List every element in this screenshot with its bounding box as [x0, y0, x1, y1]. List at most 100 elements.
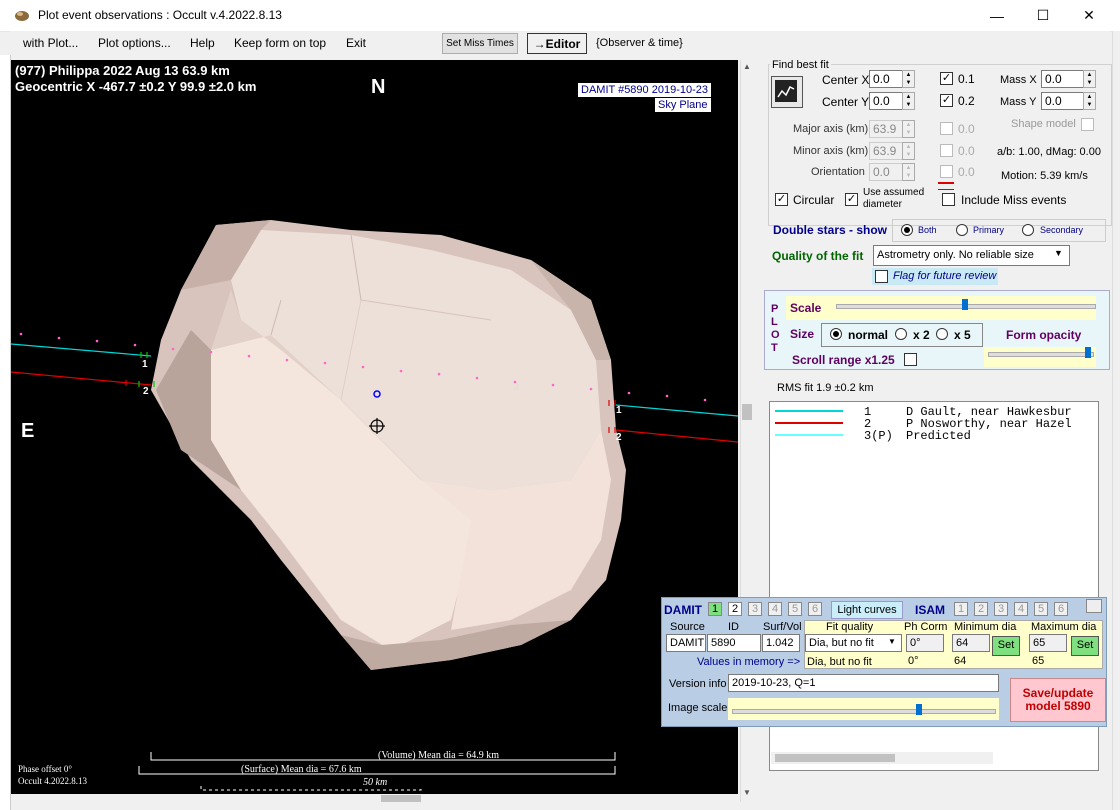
title-bar: Plot event observations : Occult v.4.202… [0, 0, 1120, 32]
plot-horizontal-scrollbar[interactable] [11, 794, 738, 804]
use-assumed-checkbox[interactable]: ✓ [845, 193, 858, 206]
image-scale-slider-thumb[interactable] [916, 704, 922, 715]
major-step-label: 0.0 [958, 122, 975, 136]
max-dia-field[interactable]: 65 [1029, 634, 1067, 652]
opacity-slider-thumb[interactable] [1085, 347, 1091, 358]
isam-model-6[interactable]: 6 [1054, 602, 1068, 616]
minor-step-label: 0.0 [958, 144, 975, 158]
min-dia-field[interactable]: 64 [952, 634, 990, 652]
isam-model-1[interactable]: 1 [954, 602, 968, 616]
circular-checkbox[interactable]: ✓ [775, 193, 788, 206]
center-y-field[interactable]: 0.0 [869, 92, 903, 110]
minor-axis-spinner[interactable]: ▲ ▼ [902, 142, 915, 160]
damit-model-3[interactable]: 3 [748, 602, 762, 616]
list-hscroll-thumb[interactable] [775, 754, 895, 762]
panel-toggle-button[interactable] [1086, 599, 1102, 613]
surfvol-field[interactable]: 1.042 [762, 634, 800, 652]
major-axis-field[interactable]: 63.9 [869, 120, 903, 138]
set-max-dia-button[interactable]: Set [1071, 636, 1099, 656]
scroll-up-icon[interactable]: ▲ [743, 62, 751, 71]
maximize-button[interactable]: ☐ [1020, 0, 1066, 31]
flag-review-label: Flag for future review [893, 270, 997, 282]
chord-1-left [11, 343, 152, 357]
menu-help[interactable]: Help [190, 36, 215, 50]
orientation-spinner[interactable]: ▲ ▼ [902, 163, 915, 181]
find-best-fit-button[interactable] [771, 76, 803, 108]
quality-dropdown[interactable]: Astrometry only. No reliable size [873, 245, 1070, 266]
damit-model-5[interactable]: 5 [788, 602, 802, 616]
orientation-step-label: 0.0 [958, 165, 975, 179]
center-x-spinner[interactable]: ▲ ▼ [902, 70, 915, 88]
opacity-slider-track[interactable] [988, 352, 1094, 357]
set-miss-times-button[interactable]: Set Miss Times [442, 33, 518, 54]
editor-button[interactable]: →Editor [527, 33, 587, 54]
radio-secondary[interactable] [1022, 224, 1034, 236]
damit-model-2[interactable]: 2 [728, 602, 742, 616]
plot-canvas[interactable]: (977) Philippa 2022 Aug 13 63.9 km Geoce… [11, 60, 738, 802]
plot-letter-l: L [771, 316, 778, 328]
mass-x-spinner[interactable]: ▲ ▼ [1083, 70, 1096, 88]
plot-letter-o: O [771, 329, 780, 341]
shape-model-checkbox[interactable] [1081, 118, 1094, 131]
isam-model-3[interactable]: 3 [994, 602, 1008, 616]
minor-step-checkbox[interactable] [940, 144, 953, 157]
orientation-step-checkbox[interactable] [940, 165, 953, 178]
set-min-dia-button[interactable]: Set [992, 636, 1020, 656]
plot-scroll-thumb[interactable] [742, 404, 752, 420]
size-x2-radio[interactable] [895, 328, 907, 340]
opacity-row [984, 347, 1096, 367]
radio-primary[interactable] [956, 224, 968, 236]
window-vertical-scrollbar[interactable] [1112, 31, 1120, 810]
step-01-checkbox[interactable]: ✓ [940, 72, 953, 85]
use-assumed-label-1: Use assumed [863, 187, 925, 198]
damit-model-6[interactable]: 6 [808, 602, 822, 616]
include-miss-checkbox[interactable] [942, 193, 955, 206]
center-y-label: Center Y [822, 95, 870, 109]
image-scale-label: Image scale [668, 702, 728, 714]
save-update-model-button[interactable]: Save/update model 5890 [1010, 678, 1106, 722]
center-x-field[interactable]: 0.0 [869, 70, 903, 88]
menu-with-plot[interactable]: with Plot... [23, 36, 78, 50]
list-hscrollbar[interactable] [771, 752, 993, 764]
damit-model-1[interactable]: 1 [708, 602, 722, 616]
damit-label: DAMIT [664, 603, 702, 617]
scroll-down-icon[interactable]: ▼ [743, 788, 751, 797]
minimize-button[interactable]: — [974, 0, 1020, 31]
sky-plane-label: Sky Plane [655, 98, 711, 112]
close-button[interactable]: ✕ [1066, 0, 1112, 31]
include-miss-label: Include Miss events [961, 193, 1067, 207]
mass-y-field[interactable]: 0.0 [1041, 92, 1084, 110]
menu-plot-options[interactable]: Plot options... [98, 36, 171, 50]
radio-both[interactable] [901, 224, 913, 236]
damit-model-4[interactable]: 4 [768, 602, 782, 616]
east-label: E [21, 420, 35, 442]
mass-x-field[interactable]: 0.0 [1041, 70, 1084, 88]
image-scale-slider-track[interactable] [732, 709, 996, 714]
scale-slider-thumb[interactable] [962, 299, 968, 310]
flag-review-checkbox[interactable] [875, 270, 888, 283]
ph-corr-field[interactable]: 0° [906, 634, 944, 652]
isam-model-5[interactable]: 5 [1034, 602, 1048, 616]
minor-axis-field[interactable]: 63.9 [869, 142, 903, 160]
mem-ph-corr: 0° [908, 655, 919, 667]
step-02-checkbox[interactable]: ✓ [940, 94, 953, 107]
version-info-field[interactable]: 2019-10-23, Q=1 [728, 674, 999, 692]
menu-exit[interactable]: Exit [346, 36, 366, 50]
plot-hscroll-thumb[interactable] [381, 795, 421, 802]
major-step-checkbox[interactable] [940, 122, 953, 135]
isam-model-2[interactable]: 2 [974, 602, 988, 616]
size-normal-radio[interactable] [830, 328, 842, 340]
legend-text-3: Predicted [906, 429, 971, 443]
size-x5-radio[interactable] [936, 328, 948, 340]
major-axis-spinner[interactable]: ▲ ▼ [902, 120, 915, 138]
background-window-strip [0, 55, 11, 810]
id-field[interactable]: 5890 [707, 634, 761, 652]
isam-model-4[interactable]: 4 [1014, 602, 1028, 616]
source-field[interactable]: DAMIT [666, 634, 706, 652]
orientation-field[interactable]: 0.0 [869, 163, 903, 181]
scroll-range-checkbox[interactable] [904, 353, 917, 366]
light-curves-button[interactable]: Light curves [831, 601, 903, 619]
menu-keep-on-top[interactable]: Keep form on top [234, 36, 326, 50]
mass-y-spinner[interactable]: ▲ ▼ [1083, 92, 1096, 110]
center-y-spinner[interactable]: ▲ ▼ [902, 92, 915, 110]
